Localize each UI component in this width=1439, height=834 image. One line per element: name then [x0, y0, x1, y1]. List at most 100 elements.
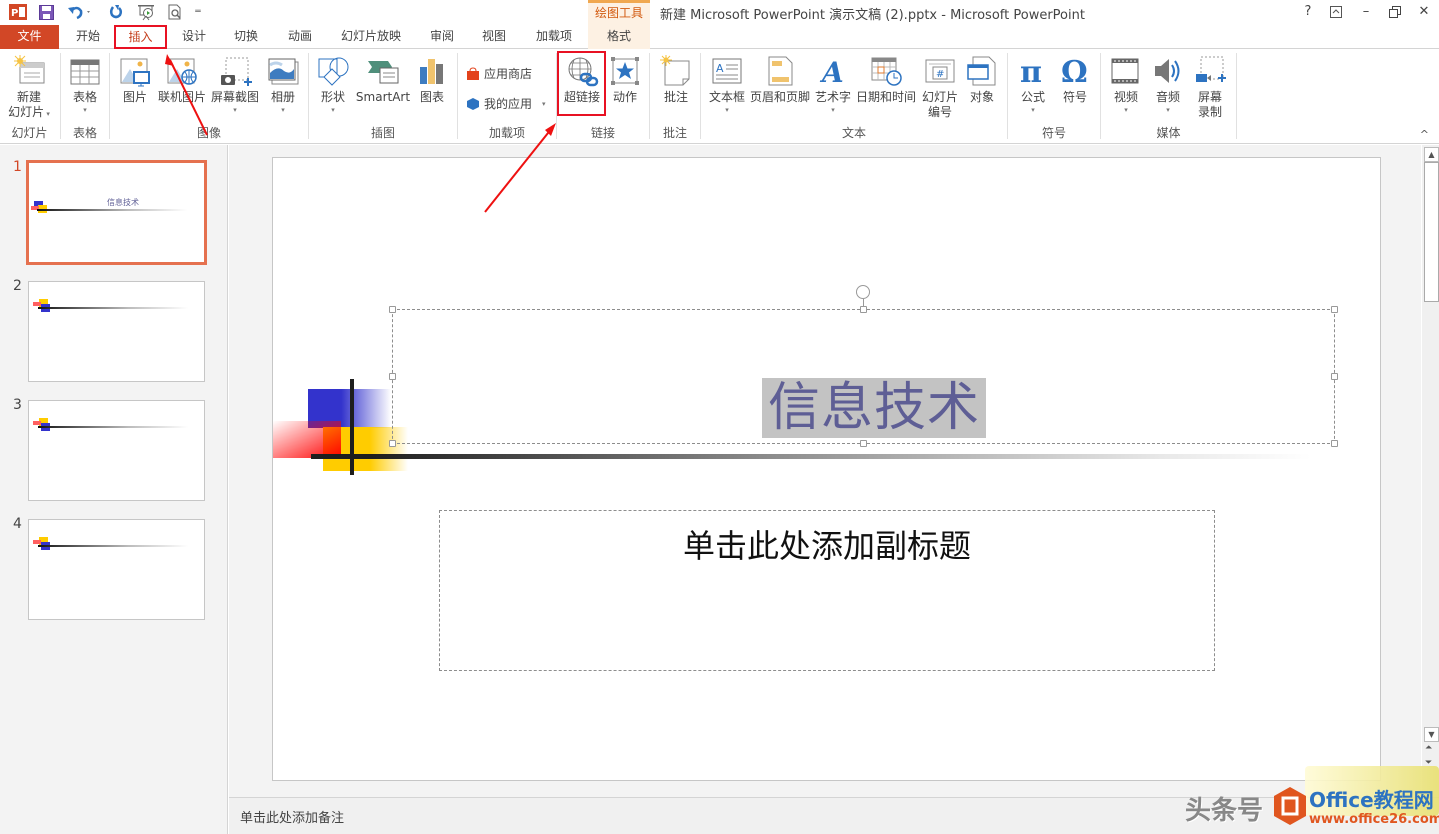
help-button[interactable]: ?: [1294, 2, 1322, 22]
screenshot-button[interactable]: 屏幕截图 ▾: [208, 53, 262, 115]
scroll-down-button[interactable]: ▼: [1424, 727, 1439, 742]
date-time-button[interactable]: 日期和时间: [855, 53, 917, 105]
table-button[interactable]: 表格 ▾: [65, 53, 105, 115]
subtitle-placeholder[interactable]: 单击此处添加副标题: [439, 510, 1215, 671]
audio-button[interactable]: 音频 ▾: [1149, 53, 1187, 115]
resize-handle[interactable]: [860, 306, 867, 313]
chart-icon: [415, 55, 449, 87]
collapse-ribbon-button[interactable]: ^: [1420, 128, 1429, 141]
chart-button[interactable]: 图表: [413, 53, 451, 105]
tab-home[interactable]: 开始: [64, 25, 112, 49]
textbox-icon: A: [710, 55, 744, 87]
close-button[interactable]: ✕: [1410, 2, 1438, 22]
video-icon: [1109, 55, 1143, 87]
symbol-button[interactable]: Ω 符号: [1056, 53, 1094, 105]
slide-number-button[interactable]: # 幻灯片 编号: [917, 53, 963, 120]
picture-button[interactable]: 图片: [116, 53, 154, 105]
thumb-decoration: [38, 426, 188, 428]
powerpoint-logo-icon[interactable]: P: [8, 3, 28, 21]
wordart-button[interactable]: A 艺术字 ▾: [811, 53, 855, 115]
group-label-links: 链接: [590, 126, 615, 140]
group-label-slides: 幻灯片: [11, 126, 48, 140]
restore-button[interactable]: [1381, 2, 1409, 22]
svg-text:#: #: [936, 69, 944, 80]
group-label-tables: 表格: [72, 126, 97, 140]
screen-recording-button[interactable]: 屏幕 录制: [1191, 53, 1229, 120]
online-picture-button[interactable]: 联机图片: [156, 53, 208, 105]
group-tables: 表格 ▾ 表格: [61, 49, 109, 143]
scrollbar-thumb[interactable]: [1424, 162, 1439, 302]
picture-icon: [118, 55, 152, 87]
group-symbols: π 公式 ▾ Ω 符号 符号: [1008, 49, 1100, 143]
video-button[interactable]: 视频 ▾: [1107, 53, 1145, 115]
my-apps-icon: [467, 97, 479, 110]
ribbon-display-options-button[interactable]: [1322, 2, 1350, 22]
new-slide-button[interactable]: 新建 幻灯片 ▾: [4, 53, 54, 122]
smartart-button[interactable]: SmartArt: [355, 53, 411, 105]
watermark-url: www.office26.com: [1309, 812, 1439, 827]
slide-title-text[interactable]: 信息技术: [762, 378, 987, 438]
thumb-decoration: [38, 307, 188, 309]
start-slideshow-icon[interactable]: [136, 3, 156, 21]
contextual-tab-group-drawing-tools: 绘图工具: [588, 0, 650, 25]
comment-button[interactable]: 批注: [656, 53, 696, 105]
slide-number-icon: #: [923, 55, 957, 87]
svg-text:P: P: [11, 8, 18, 19]
undo-icon[interactable]: [66, 3, 94, 21]
customize-toolbar-icon[interactable]: ═: [192, 3, 204, 21]
ribbon: 新建 幻灯片 ▾ 幻灯片 表格 ▾ 表格 图片 联机图片 屏幕截图 ▾ 相册 ▾…: [0, 49, 1439, 144]
store-button[interactable]: 应用商店: [466, 65, 532, 82]
header-footer-button[interactable]: 页眉和页脚: [749, 53, 811, 105]
resize-handle[interactable]: [389, 306, 396, 313]
my-apps-button[interactable]: 我的应用 ▾: [466, 95, 546, 112]
resize-handle[interactable]: [389, 440, 396, 447]
slide-thumbnail-1[interactable]: 信息技术: [26, 160, 207, 265]
svg-text:A: A: [716, 62, 724, 75]
tab-design[interactable]: 设计: [170, 25, 218, 49]
resize-handle[interactable]: [1331, 440, 1338, 447]
action-button[interactable]: 动作: [605, 53, 645, 105]
resize-handle[interactable]: [860, 440, 867, 447]
vertical-scrollbar[interactable]: ▲ ▼ ⏶ ⏷: [1422, 145, 1439, 797]
tab-slideshow[interactable]: 幻灯片放映: [332, 25, 410, 49]
group-slides: 新建 幻灯片 ▾ 幻灯片: [0, 49, 59, 143]
save-icon[interactable]: [37, 3, 55, 21]
speaker-icon: [1151, 55, 1185, 87]
minimize-button[interactable]: –: [1352, 2, 1380, 22]
thumb-decoration: [37, 209, 187, 211]
scroll-up-button[interactable]: ▲: [1424, 147, 1439, 162]
thumb-decoration: [33, 421, 41, 425]
group-media: 视频 ▾ 音频 ▾ 屏幕 录制 媒体: [1101, 49, 1236, 143]
shapes-button[interactable]: 形状 ▾: [313, 53, 353, 115]
redo-icon[interactable]: [107, 3, 125, 21]
resize-handle[interactable]: [1331, 373, 1338, 380]
tab-addins[interactable]: 加载项: [526, 25, 582, 49]
rotate-handle-icon[interactable]: [856, 285, 870, 299]
table-icon: [68, 55, 102, 87]
tab-format[interactable]: 格式: [588, 25, 650, 49]
tab-transitions[interactable]: 切换: [222, 25, 270, 49]
print-preview-icon[interactable]: [166, 3, 184, 21]
tab-insert[interactable]: 插入: [114, 25, 167, 49]
tab-file[interactable]: 文件: [0, 25, 59, 49]
tab-animations[interactable]: 动画: [276, 25, 324, 49]
svg-text:Ω: Ω: [1061, 55, 1088, 87]
powerpoint-window: P ═ 绘图工具 新建 Microsoft PowerPoint 演示文稿 (2…: [0, 0, 1439, 834]
slide-thumbnail-4[interactable]: [28, 519, 205, 620]
tab-view[interactable]: 视图: [470, 25, 518, 49]
resize-handle[interactable]: [1331, 306, 1338, 313]
group-label-images: 图像: [196, 126, 221, 140]
slide-canvas[interactable]: [272, 157, 1381, 781]
photo-album-button[interactable]: 相册 ▾: [262, 53, 304, 115]
object-button[interactable]: 对象: [963, 53, 1001, 105]
equation-button[interactable]: π 公式 ▾: [1014, 53, 1052, 115]
new-slide-icon: [12, 55, 46, 87]
annotation-highlight-hyperlink: [557, 51, 606, 116]
previous-slide-button[interactable]: ⏶: [1425, 743, 1432, 753]
textbox-button[interactable]: A 文本框 ▾: [705, 53, 749, 115]
slide-thumbnail-3[interactable]: [28, 400, 205, 501]
slide-thumbnail-2[interactable]: [28, 281, 205, 382]
group-addins: 应用商店 我的应用 ▾ 加载项: [458, 49, 556, 143]
resize-handle[interactable]: [389, 373, 396, 380]
tab-review[interactable]: 审阅: [418, 25, 466, 49]
